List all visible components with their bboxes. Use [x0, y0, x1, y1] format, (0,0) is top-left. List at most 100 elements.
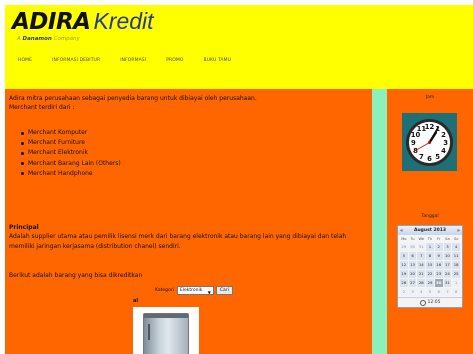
calendar-dow-th: Th — [427, 237, 433, 241]
calendar-header: « August 2013 » — [398, 226, 462, 235]
calendar-day[interactable]: 28 — [417, 279, 426, 287]
calendar-day[interactable]: 9 — [434, 252, 443, 260]
calendar-day[interactable]: 19 — [400, 270, 408, 278]
clock-number: 4 — [441, 147, 446, 155]
calendar-day[interactable]: 11 — [452, 252, 460, 260]
nav-promo[interactable]: PROMO — [166, 58, 183, 68]
calendar-widget: « August 2013 » Mo Tu We Th Fr Sa Su 29 30 31 1 2 3 4… — [397, 225, 463, 308]
calendar-day[interactable]: 7 — [417, 252, 426, 260]
clock-number: 5 — [435, 153, 440, 161]
logo-adira-text: ADIRA — [12, 9, 91, 35]
principal-text: Adalah supplier utama atau pemilik lisen… — [9, 233, 347, 250]
search-button[interactable]: Cari — [215, 286, 233, 295]
calendar-month-title: August 2013 — [413, 228, 447, 233]
calendar-day[interactable]: 5 — [400, 252, 408, 260]
nav-informasi-debitur[interactable]: INFORMASI DEBITUR — [52, 58, 100, 68]
merchant-item-others: Merchant Barang Lain (Others) — [21, 159, 121, 169]
category-select[interactable]: Elektronik ▼ — [176, 286, 214, 295]
brand-tagline: A Danamon Company — [17, 36, 80, 42]
calendar-time: 12:05 — [427, 300, 441, 305]
calendar-day[interactable]: 27 — [408, 279, 417, 287]
calendar-day[interactable]: 3 — [443, 243, 452, 251]
calendar-day[interactable]: 1 — [426, 243, 434, 251]
calendar-day[interactable]: 23 — [434, 270, 443, 278]
calendar-day[interactable]: 25 — [452, 270, 460, 278]
calendar-day[interactable]: 29 — [426, 279, 434, 287]
calendar-day[interactable]: 8 — [452, 288, 460, 296]
merchant-item-elektronik: Merchant Elektronik — [21, 148, 121, 158]
calendar-day[interactable]: 21 — [417, 270, 426, 278]
category-filter: Kategori Elektronik ▼ Cari — [155, 286, 233, 295]
refrigerator-top — [144, 314, 188, 318]
calendar-dow-we: We — [418, 237, 425, 241]
calendar-day[interactable]: 13 — [408, 261, 417, 269]
nav-buku-tamu[interactable]: BUKU TAMU — [204, 58, 232, 68]
product-list-text: Berikut adalah barang yang bisa dikredit… — [9, 272, 143, 279]
calendar-day[interactable]: 7 — [443, 288, 452, 296]
nav-home[interactable]: HOME — [18, 58, 32, 68]
calendar-day[interactable]: 12 — [400, 261, 408, 269]
next-month-button[interactable]: » — [457, 228, 460, 234]
calendar-day[interactable]: 26 — [400, 279, 408, 287]
calendar-day[interactable]: 4 — [417, 288, 426, 296]
calendar-day[interactable]: 30 — [434, 279, 443, 287]
tagline-prefix: A — [17, 36, 21, 42]
sidebar: Jam 123456789101112 Tanggal « August 201… — [387, 89, 473, 354]
calendar-day[interactable]: 10 — [443, 252, 452, 260]
merchant-item-handphone: Merchant Handphone — [21, 169, 121, 179]
intro-line-1: Adira mitra perusahaan sebagai penyedia … — [9, 95, 257, 102]
calendar-day[interactable]: 20 — [408, 270, 417, 278]
calendar-day[interactable]: 15 — [426, 261, 434, 269]
clock-number: 8 — [413, 147, 418, 155]
calendar-dow-sa: Sa — [445, 237, 450, 241]
product-title: al — [133, 298, 139, 304]
merchant-list: Merchant Komputer Merchant Furniture Mer… — [21, 128, 121, 179]
intro-text: Adira mitra perusahaan sebagai penyedia … — [9, 94, 359, 112]
calendar-dow-fr: Fr — [437, 237, 441, 241]
calendar-day[interactable]: 16 — [434, 261, 443, 269]
calendar-day[interactable]: 29 — [400, 243, 408, 251]
page: ADIRA Kredit A Danamon Company HOME INFOR… — [0, 0, 473, 354]
calendar-day[interactable]: 6 — [434, 288, 443, 296]
merchant-item-furniture: Merchant Furniture — [21, 138, 121, 148]
product-image[interactable] — [133, 307, 199, 354]
calendar-day[interactable]: 14 — [417, 261, 426, 269]
calendar-day[interactable]: 22 — [426, 270, 434, 278]
clock-icon — [419, 299, 426, 306]
refrigerator-handle — [148, 324, 150, 340]
clock-number: 7 — [419, 153, 424, 161]
nav-informasi[interactable]: INFORMASI — [120, 58, 146, 68]
main-content: Adira mitra perusahaan sebagai penyedia … — [5, 89, 372, 354]
clock-widget: 123456789101112 — [402, 113, 457, 171]
clock-number: 2 — [441, 131, 446, 139]
calendar-footer: 12:05 — [398, 297, 462, 307]
calendar-day[interactable]: 24 — [443, 270, 452, 278]
calendar-dow-mo: Mo — [401, 237, 407, 241]
tagline-suffix: Company — [53, 36, 80, 42]
refrigerator-image — [143, 313, 189, 354]
logo-kredit-text: Kredit — [93, 8, 154, 34]
calendar-day[interactable]: 1 — [452, 279, 460, 287]
main-nav: HOME INFORMASI DEBITUR INFORMASI PROMO B… — [18, 58, 251, 68]
calendar-day[interactable]: 30 — [408, 243, 417, 251]
intro-line-2: Merchant terdiri dari : — [9, 104, 75, 111]
calendar-day[interactable]: 2 — [400, 288, 408, 296]
prev-month-button[interactable]: « — [400, 228, 403, 234]
calendar-day[interactable]: 8 — [426, 252, 434, 260]
calendar-day[interactable]: 2 — [434, 243, 443, 251]
filter-label: Kategori — [155, 288, 174, 293]
calendar-day[interactable]: 6 — [408, 252, 417, 260]
clock-number: 12 — [425, 123, 435, 131]
calendar-day[interactable]: 3 — [408, 288, 417, 296]
calendar-day[interactable]: 31 — [443, 279, 452, 287]
calendar-day[interactable]: 18 — [452, 261, 460, 269]
header: ADIRA Kredit A Danamon Company HOME INFOR… — [5, 5, 473, 89]
tagline-company: Danamon — [22, 36, 52, 42]
calendar-day[interactable]: 5 — [426, 288, 434, 296]
calendar-day[interactable]: 17 — [443, 261, 452, 269]
calendar-day[interactable]: 31 — [417, 243, 426, 251]
calendar-day[interactable]: 4 — [452, 243, 460, 251]
principal-heading: Principal — [9, 224, 39, 231]
brand-logo[interactable]: ADIRA Kredit — [12, 9, 154, 34]
clock-number: 3 — [443, 139, 448, 147]
